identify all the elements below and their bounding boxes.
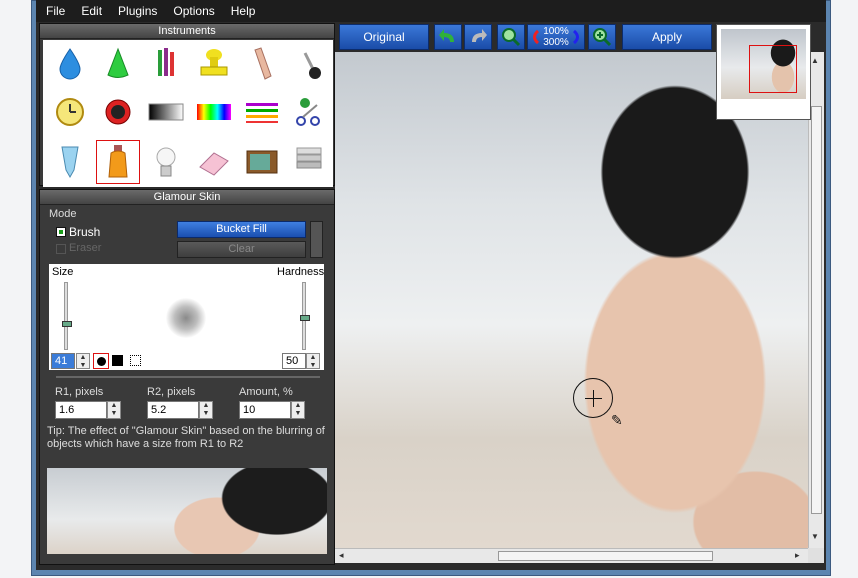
zoom-toggle-button[interactable]: 100% 300% <box>527 24 585 50</box>
tip-text: Tip: The effect of "Glamour Skin" based … <box>47 425 325 450</box>
bottle-icon[interactable] <box>96 140 140 184</box>
lines-icon[interactable] <box>240 90 284 134</box>
menu-plugins[interactable]: Plugins <box>110 4 165 18</box>
zoom-300-label: 300% <box>543 37 569 48</box>
tube-icon[interactable] <box>48 140 92 184</box>
mode-label: Mode <box>49 208 77 220</box>
zoom-fit-icon[interactable] <box>497 24 525 50</box>
stamp-icon[interactable] <box>192 42 236 86</box>
side-scroll-handle[interactable] <box>310 221 323 258</box>
zoom-100-label: 100% <box>543 26 569 37</box>
menu-help[interactable]: Help <box>223 4 264 18</box>
hardness-field[interactable]: 50 <box>282 353 306 369</box>
cone-icon[interactable] <box>96 42 140 86</box>
text-stack-icon[interactable] <box>288 140 332 184</box>
instruments-grid <box>43 40 333 187</box>
drop-icon[interactable] <box>48 42 92 86</box>
image-canvas[interactable]: ✎ <box>335 52 808 548</box>
navigator-viewport-rect[interactable] <box>749 45 797 93</box>
brush-radio[interactable] <box>56 227 66 237</box>
amount-field[interactable]: 10 <box>239 401 291 419</box>
undo-icon[interactable] <box>434 24 462 50</box>
eye-icon[interactable] <box>96 90 140 134</box>
original-button[interactable]: Original <box>339 24 429 50</box>
amount-label: Amount, % <box>239 386 293 398</box>
eraser-label: Eraser <box>69 242 102 254</box>
r2-spinner[interactable]: ▲ ▼ <box>199 401 213 419</box>
vertical-scroll-thumb[interactable] <box>811 106 822 514</box>
menu-options[interactable]: Options <box>165 4 222 18</box>
size-label: Size <box>52 266 74 278</box>
clock-icon[interactable] <box>48 90 92 134</box>
r1-field[interactable]: 1.6 <box>55 401 107 419</box>
brush-cursor-icon <box>573 378 613 418</box>
glamour-title: Glamour Skin <box>40 190 334 205</box>
preview-image <box>47 468 327 554</box>
clear-button[interactable]: Clear <box>177 241 306 258</box>
apply-button[interactable]: Apply <box>622 24 712 50</box>
menu-file[interactable]: File <box>36 4 73 18</box>
eraser-radio[interactable] <box>56 244 66 254</box>
divider <box>56 376 320 378</box>
bulb-icon[interactable] <box>144 140 188 184</box>
hardness-label: Hardness <box>277 266 325 278</box>
menu-edit[interactable]: Edit <box>73 4 110 18</box>
size-spinner[interactable]: ▲ ▼ <box>76 353 90 369</box>
r1-spinner[interactable]: ▲ ▼ <box>107 401 121 419</box>
menu-bar: File Edit Plugins Options Help <box>36 0 826 22</box>
horizontal-scroll-thumb[interactable] <box>498 551 713 561</box>
hardness-spinner[interactable]: ▲ ▼ <box>306 353 320 369</box>
redo-icon[interactable] <box>464 24 492 50</box>
amount-spinner[interactable]: ▲ ▼ <box>291 401 305 419</box>
bucket-fill-button[interactable]: Bucket Fill <box>177 221 306 238</box>
rainbow-icon[interactable] <box>192 90 236 134</box>
zoom-in-icon[interactable] <box>588 24 616 50</box>
finger-icon[interactable] <box>240 42 284 86</box>
brush-pointer-icon: ✎ <box>611 412 623 428</box>
scissors-icon[interactable] <box>288 90 332 134</box>
pin-icon[interactable] <box>288 42 332 86</box>
tv-icon[interactable] <box>240 140 284 184</box>
gradient-icon[interactable] <box>144 90 188 134</box>
vertical-scrollbar[interactable]: ▲ ▼ <box>808 52 824 548</box>
brush-label: Brush <box>69 225 101 239</box>
navigator-thumbnail[interactable] <box>716 24 811 120</box>
horizontal-scrollbar[interactable]: ◂ ▸ <box>335 548 808 563</box>
eraser-icon[interactable] <box>192 140 236 184</box>
size-field[interactable]: 41 <box>51 353 75 369</box>
size-slider[interactable] <box>62 282 72 350</box>
r2-label: R2, pixels <box>147 386 196 398</box>
r2-field[interactable]: 5.2 <box>147 401 199 419</box>
scroll-corner <box>808 548 824 563</box>
hardness-slider[interactable] <box>300 282 310 350</box>
instruments-panel: Instruments <box>39 23 335 187</box>
dotted-square-icon[interactable] <box>130 355 141 366</box>
brush-preview <box>166 298 206 338</box>
round-brush-icon[interactable] <box>93 353 109 369</box>
instruments-title: Instruments <box>40 24 334 39</box>
square-brush-icon[interactable] <box>112 355 123 366</box>
pencils-icon[interactable] <box>144 42 188 86</box>
r1-label: R1, pixels <box>55 386 104 398</box>
